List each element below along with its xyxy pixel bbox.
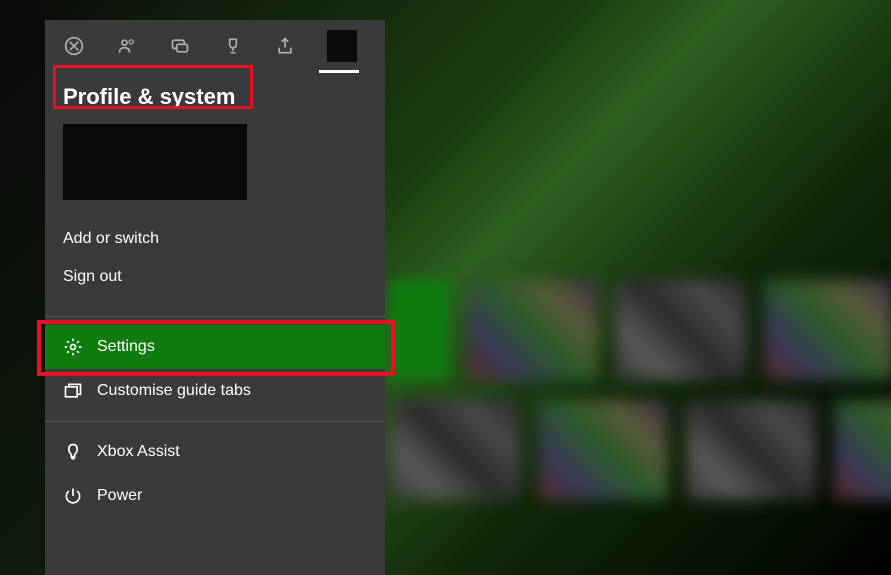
xbox-assist-button[interactable]: Xbox Assist: [45, 430, 385, 474]
bulb-icon: [63, 442, 83, 462]
power-icon: [63, 486, 83, 506]
gear-icon: [63, 337, 83, 357]
share-icon[interactable]: [274, 34, 297, 58]
achievements-icon[interactable]: [221, 34, 244, 58]
customise-guide-tabs-button[interactable]: Customise guide tabs: [45, 369, 385, 413]
xbox-icon[interactable]: [63, 34, 86, 58]
xbox-assist-label: Xbox Assist: [97, 443, 180, 461]
bg-tile: [616, 280, 746, 380]
people-icon[interactable]: [116, 34, 139, 58]
account-menu: Add or switch Sign out: [45, 220, 385, 296]
bg-tile: [538, 400, 668, 500]
system-menu-section: Settings Customise guide tabs: [45, 316, 385, 413]
bg-tile: [390, 400, 520, 500]
guide-tab-row: [45, 20, 385, 62]
bg-tile: [390, 280, 450, 380]
chat-icon[interactable]: [168, 34, 191, 58]
bg-tile: [764, 280, 891, 380]
profile-card[interactable]: [63, 124, 247, 200]
guide-panel: Profile & system Add or switch Sign out …: [45, 20, 385, 575]
help-menu-section: Xbox Assist Power: [45, 421, 385, 518]
active-tab-indicator: [319, 70, 359, 73]
bg-tile: [834, 400, 891, 500]
bg-tile: [686, 400, 816, 500]
settings-button[interactable]: Settings: [45, 325, 385, 369]
power-label: Power: [97, 487, 142, 505]
customise-tabs-label: Customise guide tabs: [97, 382, 251, 400]
bg-tile: [468, 280, 598, 380]
add-or-switch-button[interactable]: Add or switch: [63, 220, 367, 258]
left-edge-strip: [0, 0, 45, 575]
background-game-tiles: [390, 280, 891, 500]
profile-tab-avatar[interactable]: [327, 30, 357, 62]
power-button[interactable]: Power: [45, 474, 385, 518]
sign-out-button[interactable]: Sign out: [63, 258, 367, 296]
settings-label: Settings: [97, 338, 155, 356]
tabs-icon: [63, 381, 83, 401]
